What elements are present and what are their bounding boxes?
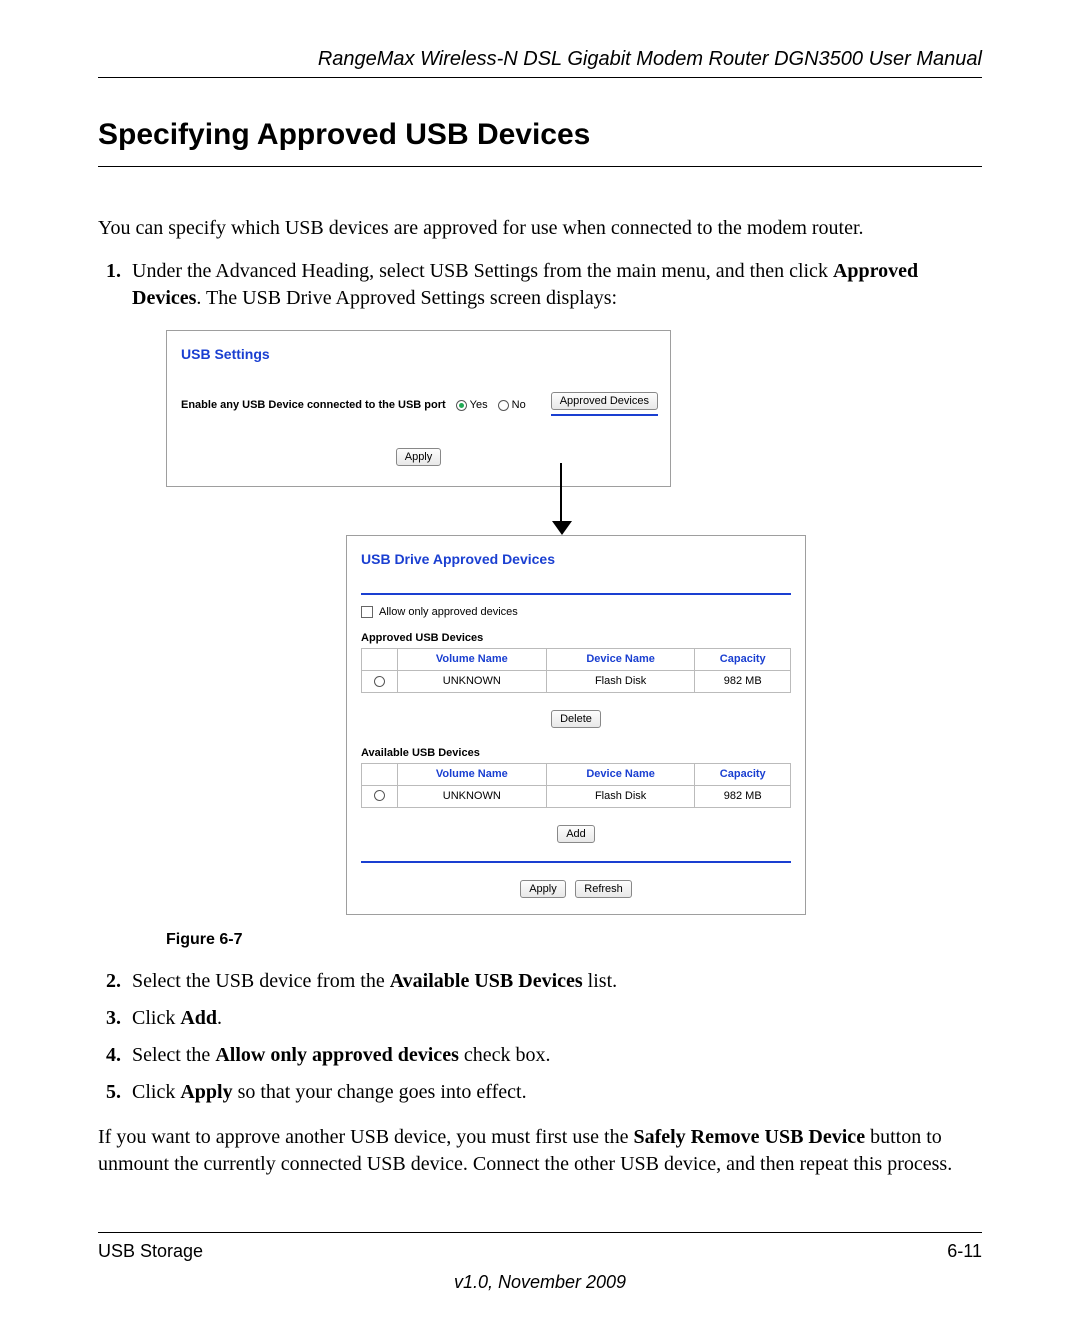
cell-capacity: 982 MB	[695, 785, 791, 807]
intro-paragraph: You can specify which USB devices are ap…	[98, 215, 982, 242]
col-capacity: Capacity	[695, 649, 791, 671]
step-3-bold: Add	[180, 1007, 217, 1029]
footer-version: v1.0, November 2009	[98, 1272, 982, 1293]
table-header-row: Volume Name Device Name Capacity	[362, 649, 791, 671]
page-footer: USB Storage 6-11 v1.0, November 2009	[98, 1232, 982, 1293]
col-device: Device Name	[546, 649, 695, 671]
radio-dot-icon	[456, 400, 467, 411]
figure-caption: Figure 6-7	[166, 929, 982, 951]
step-2: Select the USB device from the Available…	[126, 968, 982, 995]
col-capacity: Capacity	[695, 763, 791, 785]
cell-device: Flash Disk	[546, 671, 695, 693]
step-3: Click Add.	[126, 1005, 982, 1032]
approved-devices-panel: USB Drive Approved Devices Allow only ap…	[346, 535, 806, 915]
closing-paragraph: If you want to approve another USB devic…	[98, 1124, 982, 1178]
step-1-text-c: . The USB Drive Approved Settings screen…	[196, 287, 617, 309]
cell-volume: UNKNOWN	[397, 671, 546, 693]
footer-right: 6-11	[947, 1241, 982, 1262]
closing-a: If you want to approve another USB devic…	[98, 1126, 633, 1148]
approved-usb-heading: Approved USB Devices	[361, 631, 791, 646]
apply-button-bottom[interactable]: Apply	[520, 880, 566, 898]
radio-dot-icon	[498, 400, 509, 411]
figure-area: USB Settings Enable any USB Device conne…	[166, 330, 982, 915]
usb-settings-title: USB Settings	[181, 345, 656, 364]
step-4-text-a: Select the	[132, 1044, 215, 1066]
enable-usb-label: Enable any USB Device connected to the U…	[181, 398, 446, 413]
steps-list: Under the Advanced Heading, select USB S…	[98, 258, 982, 1106]
apply-button-top[interactable]: Apply	[396, 448, 442, 466]
step-1-text-a: Under the Advanced Heading, select USB S…	[132, 260, 833, 282]
allow-only-checkbox[interactable]	[361, 606, 373, 618]
approved-usb-table: Volume Name Device Name Capacity UNKNOWN…	[361, 648, 791, 693]
arrow-head-icon	[552, 521, 572, 535]
step-3-text-c: .	[217, 1007, 222, 1029]
step-4-bold: Allow only approved devices	[215, 1044, 459, 1066]
running-header: RangeMax Wireless-N DSL Gigabit Modem Ro…	[98, 48, 982, 78]
step-2-text-c: list.	[583, 970, 617, 992]
enable-yes-label: Yes	[470, 398, 488, 413]
refresh-button[interactable]: Refresh	[575, 880, 632, 898]
step-5-text-c: so that your change goes into effect.	[233, 1081, 527, 1103]
table-row[interactable]: UNKNOWN Flash Disk 982 MB	[362, 785, 791, 807]
step-4-text-c: check box.	[459, 1044, 551, 1066]
step-5: Click Apply so that your change goes int…	[126, 1079, 982, 1106]
step-5-text-a: Click	[132, 1081, 180, 1103]
approved-devices-button[interactable]: Approved Devices	[551, 392, 658, 410]
footer-left: USB Storage	[98, 1241, 203, 1262]
approved-devices-highlight: Approved Devices	[551, 392, 658, 416]
step-3-text-a: Click	[132, 1007, 180, 1029]
enable-no-label: No	[512, 398, 526, 413]
section-title: Specifying Approved USB Devices	[98, 118, 982, 167]
available-usb-heading: Available USB Devices	[361, 746, 791, 761]
callout-arrow	[166, 487, 671, 535]
divider-icon	[361, 593, 791, 595]
arrow-line-icon	[560, 463, 562, 525]
usb-settings-panel: USB Settings Enable any USB Device conne…	[166, 330, 671, 487]
enable-no-radio[interactable]: No	[498, 398, 526, 413]
step-5-bold: Apply	[180, 1081, 232, 1103]
add-button[interactable]: Add	[557, 825, 595, 843]
cell-capacity: 982 MB	[695, 671, 791, 693]
step-2-text-a: Select the USB device from the	[132, 970, 390, 992]
closing-bold: Safely Remove USB Device	[633, 1126, 865, 1148]
step-1: Under the Advanced Heading, select USB S…	[126, 258, 982, 950]
step-2-bold: Available USB Devices	[390, 970, 583, 992]
row-select-radio[interactable]	[374, 790, 385, 801]
row-select-radio[interactable]	[374, 676, 385, 687]
table-row[interactable]: UNKNOWN Flash Disk 982 MB	[362, 671, 791, 693]
table-header-row: Volume Name Device Name Capacity	[362, 763, 791, 785]
col-volume: Volume Name	[397, 649, 546, 671]
available-usb-table: Volume Name Device Name Capacity UNKNOWN…	[361, 763, 791, 808]
cell-volume: UNKNOWN	[397, 785, 546, 807]
col-volume: Volume Name	[397, 763, 546, 785]
enable-yes-radio[interactable]: Yes	[456, 398, 488, 413]
delete-button[interactable]: Delete	[551, 710, 601, 728]
cell-device: Flash Disk	[546, 785, 695, 807]
step-4: Select the Allow only approved devices c…	[126, 1042, 982, 1069]
col-device: Device Name	[546, 763, 695, 785]
approved-devices-title: USB Drive Approved Devices	[361, 550, 791, 569]
divider-icon	[361, 861, 791, 863]
allow-only-label: Allow only approved devices	[379, 605, 518, 620]
